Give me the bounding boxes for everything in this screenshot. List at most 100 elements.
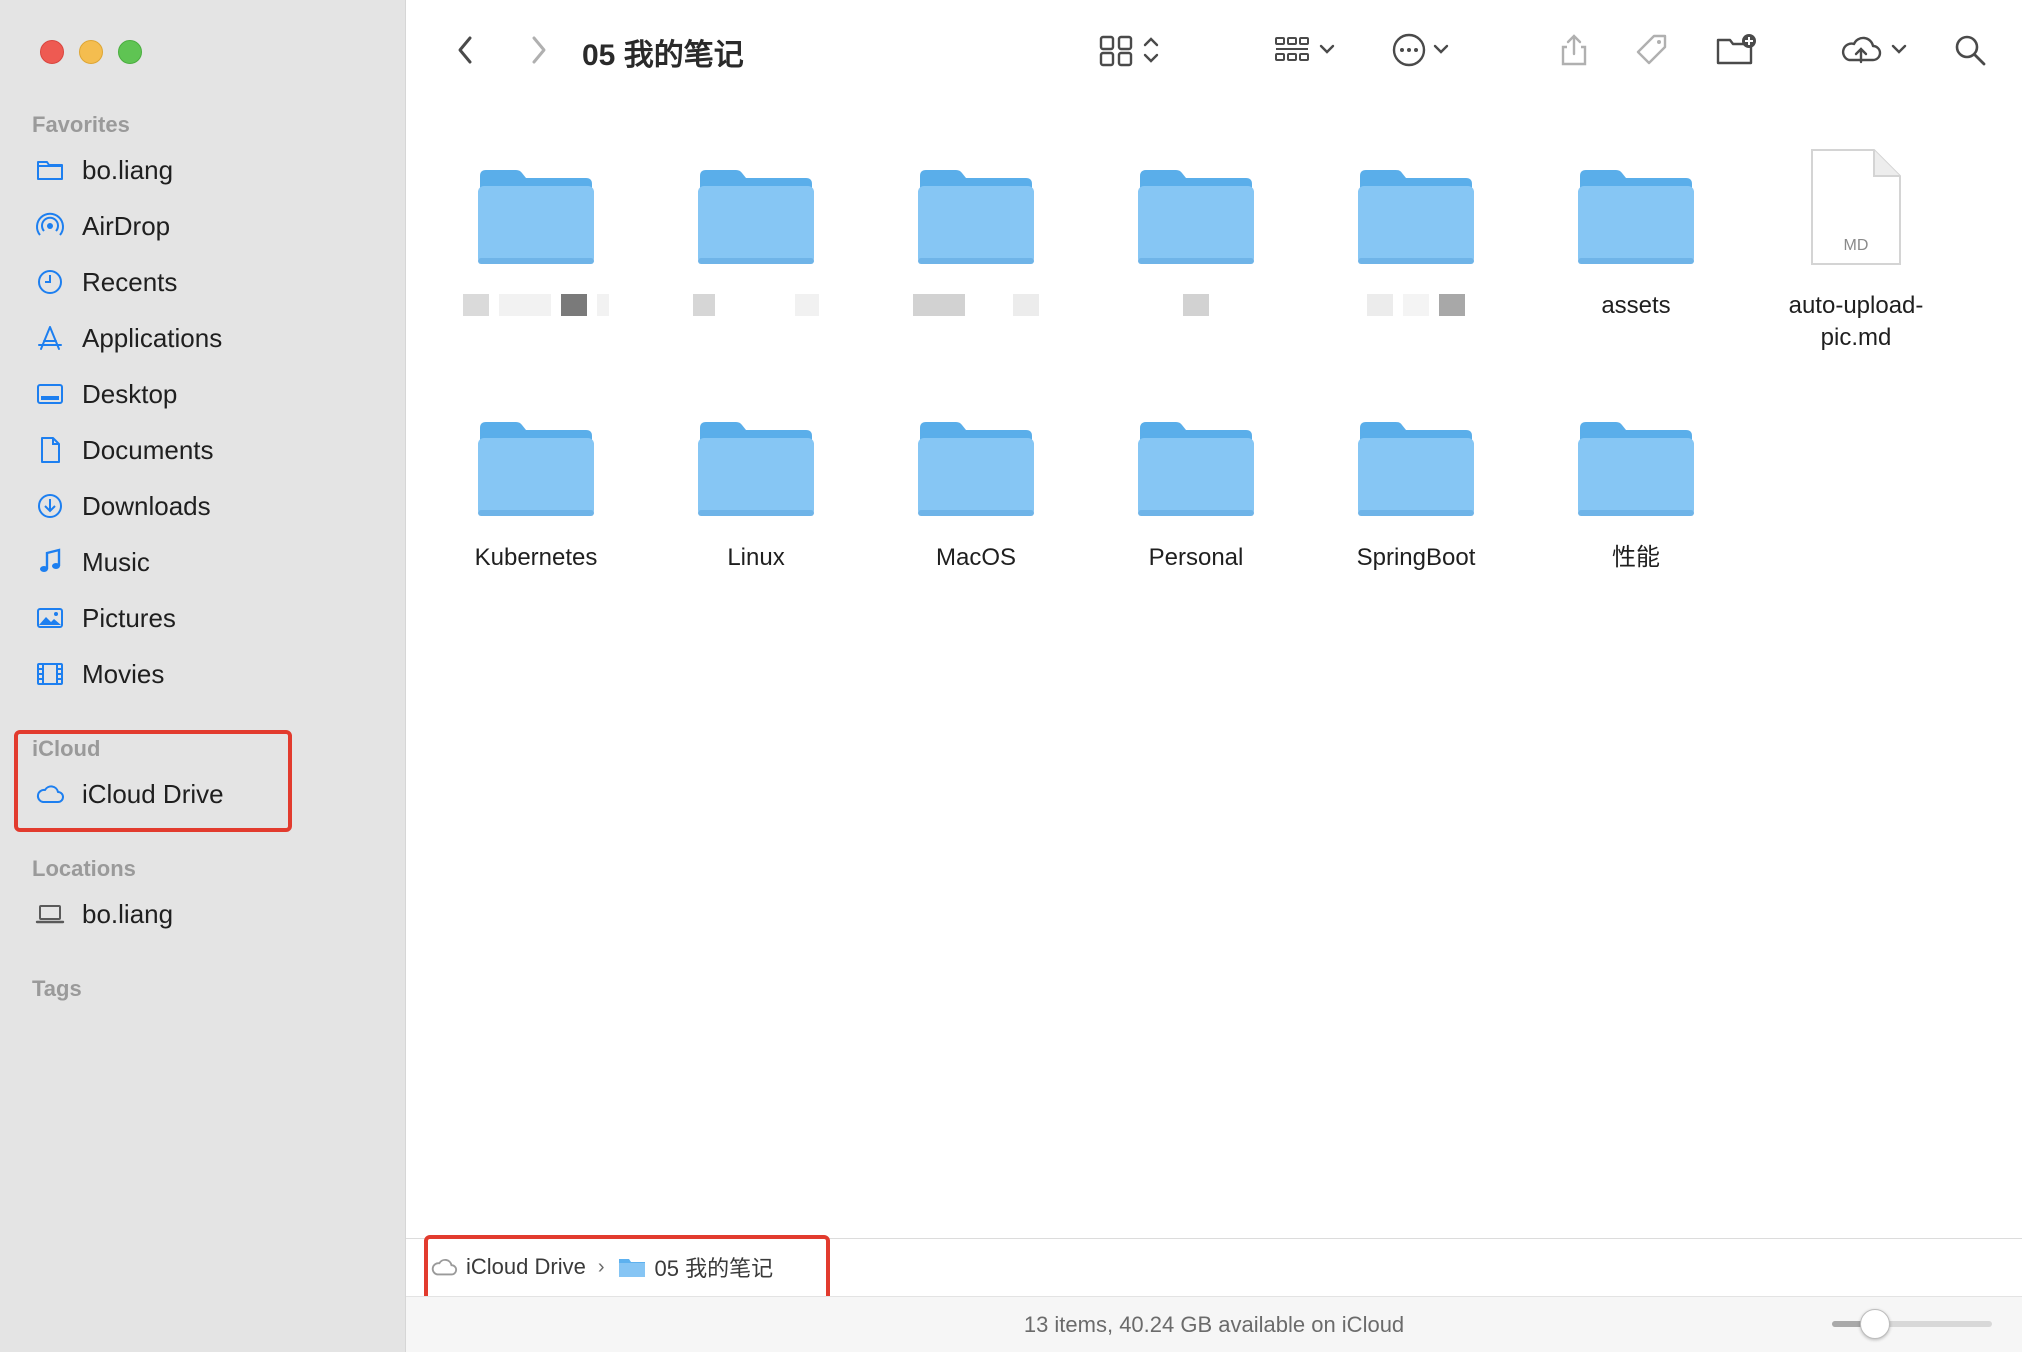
icon-size-slider[interactable] (1832, 1309, 1992, 1339)
chevron-right-icon (532, 36, 546, 64)
status-bar: 13 items, 40.24 GB available on iCloud (406, 1296, 2022, 1352)
back-button[interactable] (446, 28, 486, 72)
redacted-label (426, 294, 646, 318)
toolbar: 05 我的笔记 (406, 0, 2022, 100)
tag-button[interactable] (1630, 28, 1674, 72)
sidebar-item-label: Desktop (82, 378, 178, 409)
item-icon (1306, 130, 1526, 270)
redaction-block (597, 294, 609, 316)
sidebar-item-home[interactable]: bo.liang (32, 148, 372, 192)
item-icon (426, 130, 646, 270)
sidebar-item-label: Documents (82, 434, 214, 465)
redaction-block (1013, 294, 1039, 316)
new-folder-icon (1716, 34, 1756, 65)
status-text: 13 items, 40.24 GB available on iCloud (1023, 1312, 1405, 1337)
film-icon (32, 656, 68, 692)
folder-item[interactable]: assets (1526, 130, 1746, 322)
slider-knob[interactable] (1860, 1309, 1890, 1339)
folder-item[interactable]: MacOS (866, 382, 1086, 574)
sidebar-item-recents[interactable]: Recents (32, 260, 372, 304)
tag-icon (1636, 34, 1667, 65)
item-icon (866, 130, 1086, 270)
forward-button[interactable] (518, 28, 558, 72)
folder-item[interactable]: 性能 (1526, 382, 1746, 574)
share-icon (1561, 34, 1587, 66)
folder-item[interactable]: Linux (646, 382, 866, 574)
minimize-button[interactable] (79, 40, 103, 64)
zoom-button[interactable] (118, 40, 142, 64)
sidebar-item-downloads[interactable]: Downloads (32, 484, 372, 528)
redacted-label (866, 294, 1086, 318)
redacted-label (1086, 294, 1306, 318)
sidebar-item-documents[interactable]: Documents (32, 428, 372, 472)
sidebar-item-mac[interactable]: bo.liang (32, 892, 372, 936)
file-grid: assets MD auto-upload-pic.md Kubernetes Linu… (406, 100, 2022, 1238)
item-icon: MD (1746, 130, 1966, 270)
folder-icon (1138, 170, 1254, 264)
folder-item[interactable] (1306, 130, 1526, 318)
new-folder-button[interactable] (1712, 28, 1762, 72)
folder-item[interactable]: Kubernetes (426, 382, 646, 574)
applications-icon (32, 320, 68, 356)
item-icon (1306, 382, 1526, 522)
folder-icon (1358, 422, 1474, 516)
redacted-label (1306, 294, 1526, 318)
sidebar: Favorites bo.liang AirDrop Recents Appli… (0, 0, 406, 1352)
search-icon (1955, 35, 1986, 66)
folder-icon (918, 170, 1034, 264)
item-label: Personal (1148, 544, 1244, 571)
search-button[interactable] (1948, 28, 1992, 72)
group-icon (1275, 37, 1335, 61)
document-icon (32, 432, 68, 468)
folder-item[interactable] (426, 130, 646, 318)
sidebar-item-movies[interactable]: Movies (32, 652, 372, 696)
sidebar-item-music[interactable]: Music (32, 540, 372, 584)
folder-item[interactable]: SpringBoot (1306, 382, 1526, 574)
sidebar-item-airdrop[interactable]: AirDrop (32, 204, 372, 248)
redaction-block (1183, 294, 1209, 316)
sidebar-item-desktop[interactable]: Desktop (32, 372, 372, 416)
markdown-file-icon: MD (1811, 149, 1901, 265)
folder-icon (698, 422, 814, 516)
folder-icon (918, 422, 1034, 516)
clock-icon (32, 264, 68, 300)
group-button[interactable] (1268, 28, 1348, 72)
folder-icon (478, 422, 594, 516)
folder-item[interactable]: Personal (1086, 382, 1306, 574)
folder-icon (1358, 170, 1474, 264)
icloud-sync-button[interactable] (1834, 28, 1918, 72)
folder-item[interactable] (1086, 130, 1306, 318)
file-item[interactable]: MD auto-upload-pic.md (1746, 130, 1966, 354)
folder-icon (478, 170, 594, 264)
sidebar-item-label: Applications (82, 322, 223, 353)
share-button[interactable] (1552, 28, 1596, 72)
item-label: MacOS (935, 544, 1016, 571)
highlight-box-icloud (14, 730, 292, 832)
item-label: Linux (727, 544, 785, 571)
folder-icon (1138, 422, 1254, 516)
sidebar-item-applications[interactable]: Applications (32, 316, 372, 360)
redaction-block (561, 294, 587, 316)
item-icon (1526, 382, 1746, 522)
locations-section-title: Locations (32, 856, 136, 881)
sidebar-item-pictures[interactable]: Pictures (32, 596, 372, 640)
action-menu-button[interactable] (1386, 28, 1466, 72)
view-mode-button[interactable] (1092, 28, 1172, 72)
item-icon (646, 130, 866, 270)
item-label: 性能 (1612, 544, 1660, 571)
sidebar-item-label: Movies (82, 658, 165, 689)
laptop-icon (32, 896, 68, 932)
item-icon (1526, 130, 1746, 270)
item-label: assets (1601, 292, 1671, 319)
redaction-block (975, 294, 1003, 316)
folder-icon (32, 152, 68, 188)
folder-item[interactable] (646, 130, 866, 318)
redaction-block (725, 294, 785, 316)
folder-icon (1578, 170, 1694, 264)
redaction-block (1439, 294, 1465, 316)
tags-section-title: Tags (32, 976, 82, 1001)
item-icon (426, 382, 646, 522)
sidebar-item-label: Downloads (82, 490, 211, 521)
folder-item[interactable] (866, 130, 1086, 318)
close-button[interactable] (40, 40, 64, 64)
